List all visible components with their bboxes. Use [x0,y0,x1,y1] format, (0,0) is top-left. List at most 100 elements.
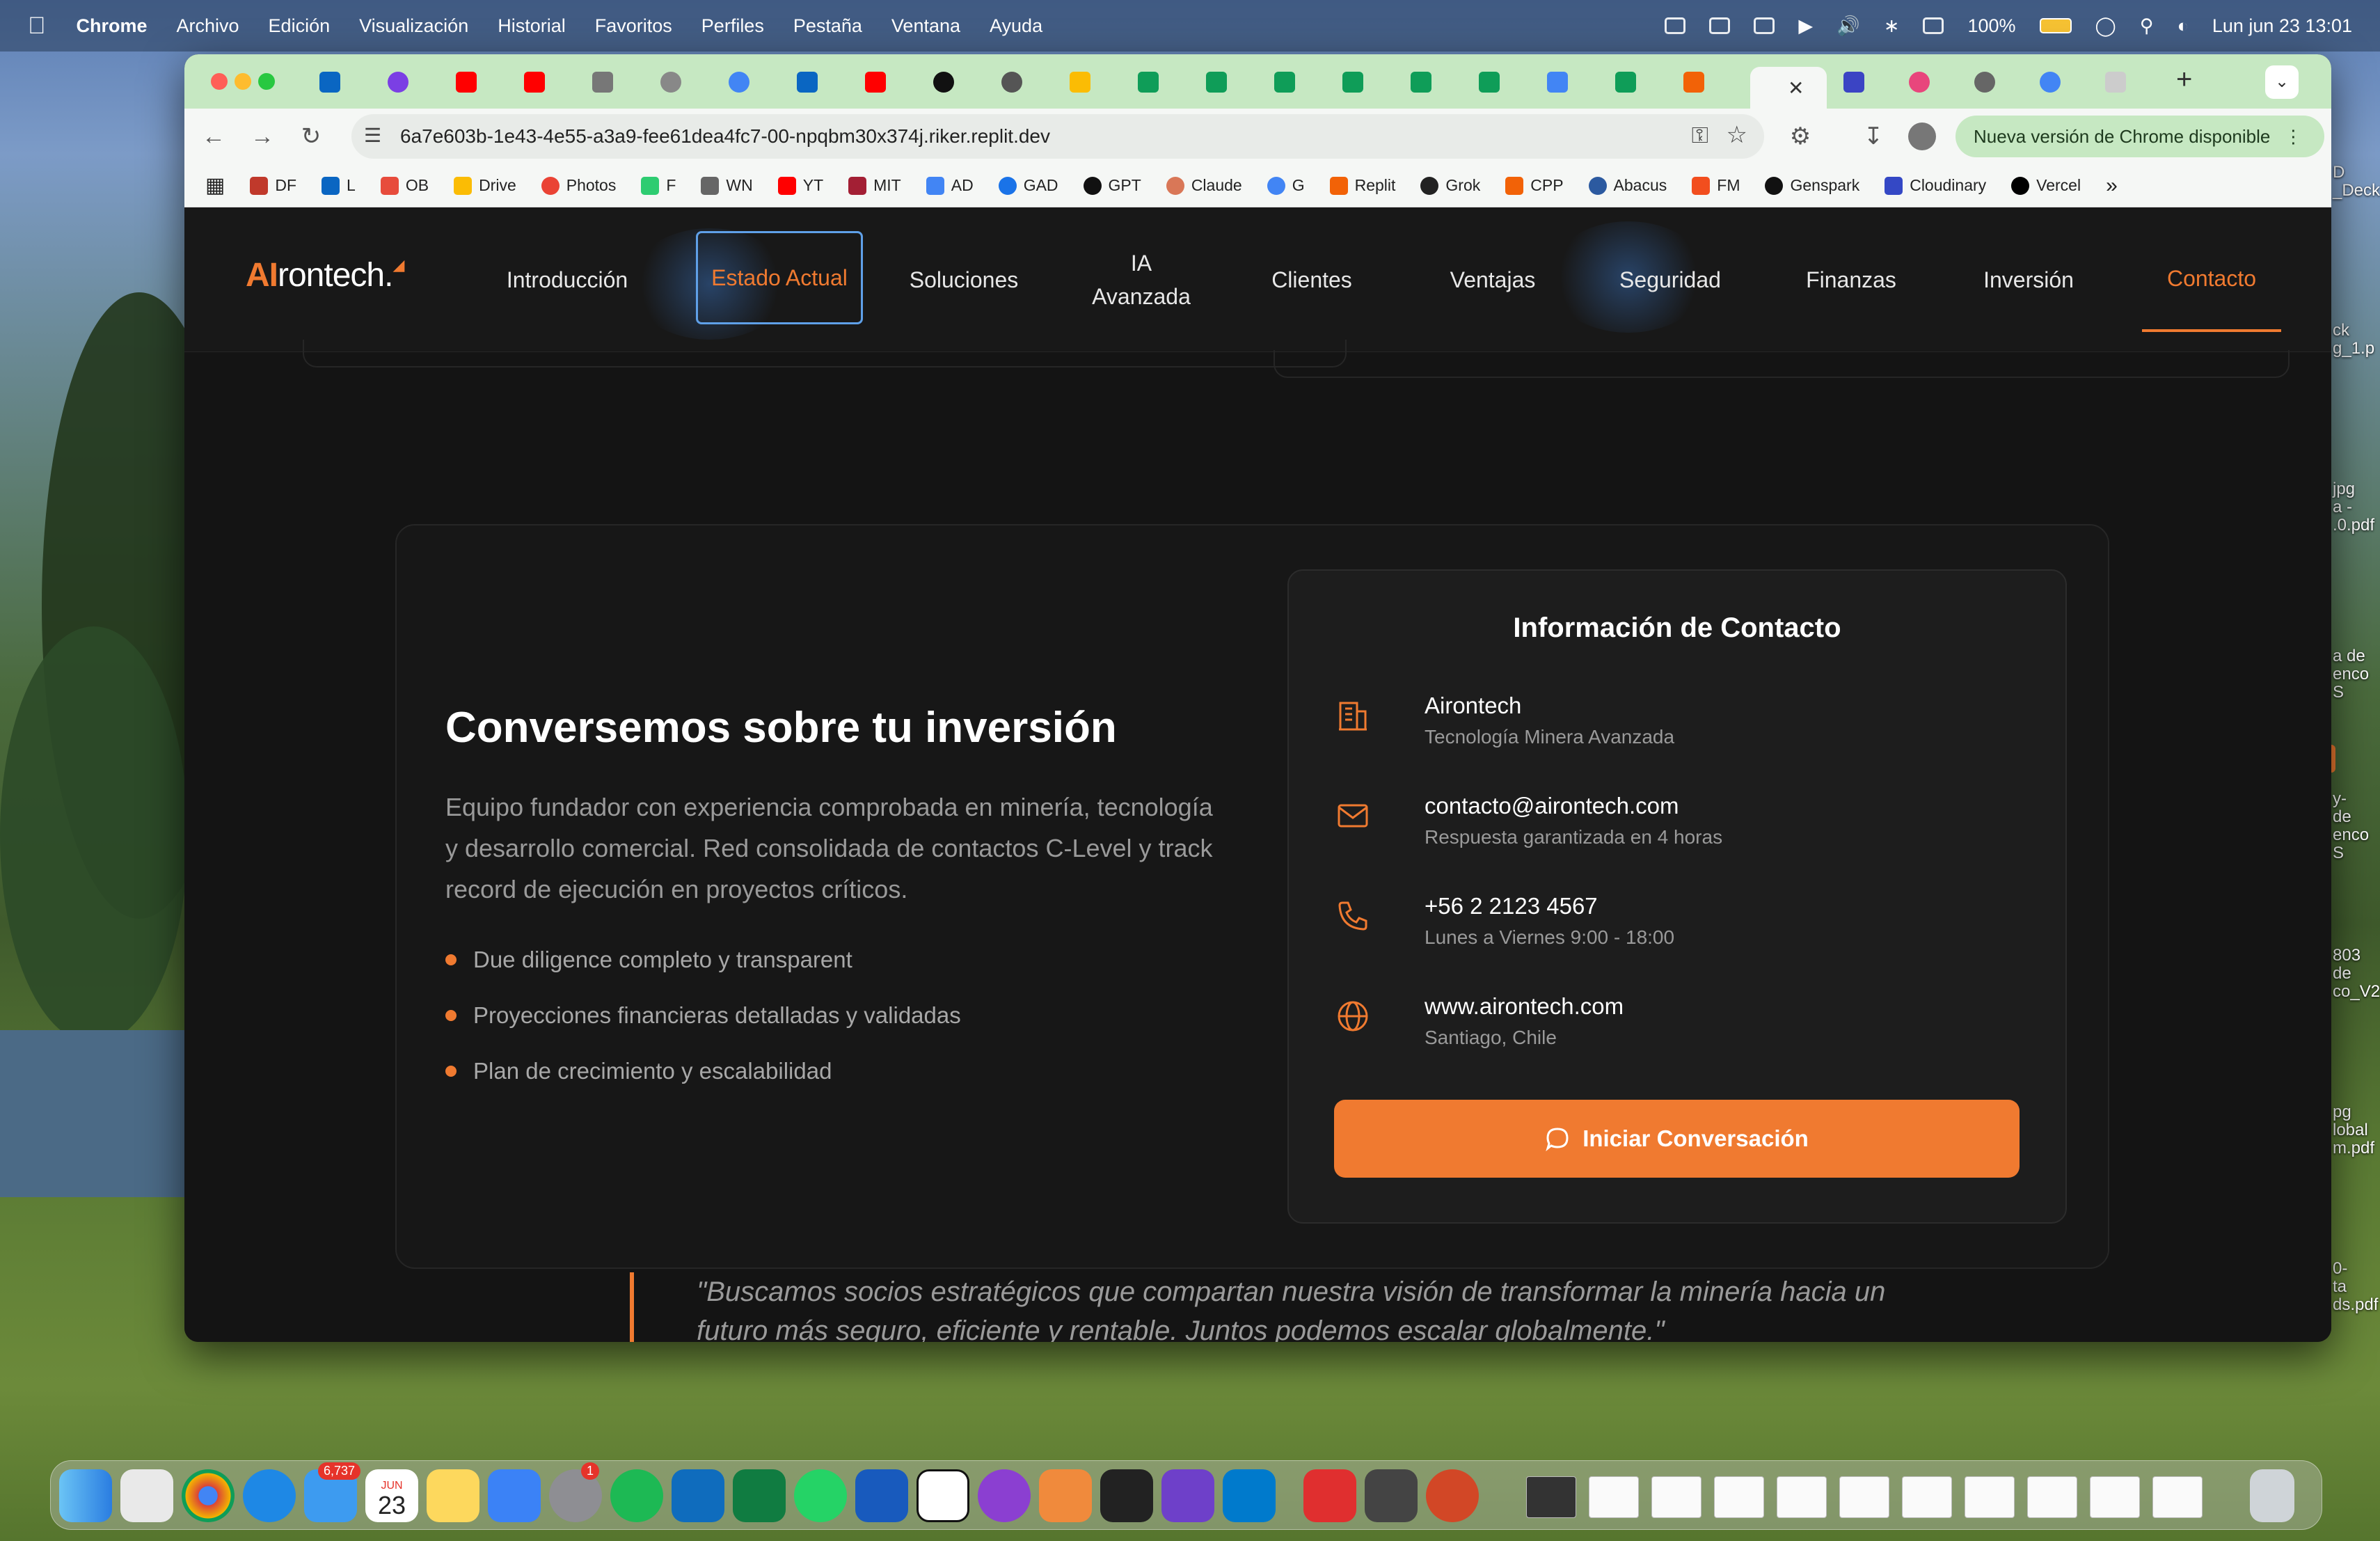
calendar-31-icon[interactable] [917,1469,969,1522]
dock-window-thumbnail[interactable] [1714,1476,1764,1518]
play-icon[interactable]: ▶ [1798,15,1813,37]
address-bar[interactable]: ☰ 6a7e603b-1e43-4e55-a3a9-fee61dea4fc7-0… [351,114,1764,159]
url-text[interactable]: 6a7e603b-1e43-4e55-a3a9-fee61dea4fc7-00-… [400,125,1050,148]
toggle-icon[interactable]: ◐ [2177,15,2189,37]
desktop-file-label[interactable]: D _Deck [2333,164,2380,200]
key-icon[interactable]: ⚿ [1692,123,1708,149]
menu-app-name[interactable]: Chrome [77,15,148,37]
browser-tab[interactable] [1469,67,1530,97]
nav-inversion[interactable]: Inversión [1959,207,2098,352]
back-button[interactable]: ← [198,121,229,152]
zoom-window-button[interactable] [258,73,275,90]
menu-perfiles[interactable]: Perfiles [701,15,764,37]
calculator-icon[interactable] [1365,1469,1418,1522]
chrome-icon[interactable] [182,1469,235,1522]
bookmark-drive[interactable]: Drive [454,176,516,195]
dock-window-thumbnail[interactable] [2027,1476,2077,1518]
trash-icon[interactable] [2250,1469,2294,1522]
bookmark-gpt[interactable]: GPT [1083,176,1141,195]
browser-tab[interactable] [1196,67,1258,97]
dock-window-thumbnail[interactable] [1651,1476,1701,1518]
github-icon[interactable] [1161,1469,1214,1522]
vscode-icon[interactable] [1223,1469,1276,1522]
browser-tab[interactable] [1060,67,1121,97]
bookmark-replit[interactable]: Replit [1329,176,1395,195]
menu-archivo[interactable]: Archivo [177,15,239,37]
bookmark-wn[interactable]: WN [701,176,753,195]
desktop-file-label[interactable]: 803 de co_V2 [2333,947,2380,1001]
search-icon[interactable]: ⚲ [2140,15,2154,37]
whatsapp-icon[interactable] [794,1469,847,1522]
browser-tab[interactable] [651,67,712,97]
close-window-button[interactable] [211,73,228,90]
browser-tab[interactable] [1605,67,1667,97]
browser-tab[interactable] [1834,67,1895,97]
site-logo[interactable]: AIrontech.◢ [246,256,404,294]
browser-tab[interactable] [719,67,780,97]
bookmark-l[interactable]: L [322,176,356,195]
launchpad-icon[interactable] [120,1469,173,1522]
menu-ayuda[interactable]: Ayuda [990,15,1042,37]
download-icon[interactable]: ↧ [1858,121,1889,152]
browser-tab[interactable] [1899,67,1960,97]
browser-tab[interactable] [378,67,439,97]
nav-soluciones[interactable]: Soluciones [894,207,1033,352]
profile-avatar[interactable] [1908,123,1936,150]
circle-app-icon[interactable] [978,1469,1031,1522]
desktop-file-label[interactable]: a de enco S [2333,647,2380,702]
excel-icon[interactable] [733,1469,786,1522]
browser-tab[interactable] [992,67,1053,97]
bookmark-fm[interactable]: FM [1692,176,1740,195]
browser-tab[interactable] [310,67,371,97]
browser-tab[interactable] [1128,67,1189,97]
menu-visualizacion[interactable]: Visualización [359,15,468,37]
settings-icon[interactable]: 1 [549,1462,602,1522]
phone-mirror-icon[interactable] [1039,1469,1092,1522]
mail-app-icon[interactable]: 6,737 [304,1462,361,1522]
browser-tab[interactable] [446,67,507,97]
minimize-window-button[interactable] [235,73,251,90]
contact-phone[interactable]: +56 2 2123 4567 [1425,893,1598,919]
volume-icon[interactable]: 🔊 [1836,15,1860,37]
menu-historial[interactable]: Historial [498,15,566,37]
replit-app-icon[interactable] [1100,1469,1153,1522]
outlook-icon[interactable] [672,1469,724,1522]
apple-menu-icon[interactable]:  [28,13,46,40]
bookmark-yt[interactable]: YT [777,176,823,195]
bookmark-genspark[interactable]: Genspark [1765,176,1859,195]
powerpoint-icon[interactable] [1426,1469,1479,1522]
keynote-icon[interactable] [488,1469,541,1522]
chrome-update-button[interactable]: Nueva versión de Chrome disponible ⋮ [1955,116,2324,157]
bookmark-claude[interactable]: Claude [1166,176,1242,195]
desktop-file-label[interactable]: y-de enco S [2333,790,2380,862]
dock-window-thumbnail[interactable] [2152,1476,2203,1518]
browser-tab[interactable] [787,67,848,97]
browser-tab[interactable] [1674,67,1735,97]
spotify-icon[interactable] [610,1469,663,1522]
site-info-icon[interactable]: ☰ [364,124,381,147]
nav-ia-avanzada[interactable]: IA Avanzada [1082,207,1200,352]
more-icon[interactable]: ⋮ [2284,126,2302,148]
bookmark-f[interactable]: F [641,176,676,195]
dock-window-thumbnail[interactable] [1839,1476,1889,1518]
nav-clientes[interactable]: Clientes [1256,207,1367,352]
bookmark-abacus[interactable]: Abacus [1588,176,1667,195]
status-icon[interactable] [1923,17,1944,34]
dock-window-thumbnail[interactable] [2090,1476,2140,1518]
dock-window-thumbnail[interactable] [1902,1476,1952,1518]
dock-window-thumbnail[interactable] [1589,1476,1639,1518]
new-tab-button[interactable]: + [2176,64,2192,95]
browser-tab[interactable] [514,67,576,97]
bookmark-grok[interactable]: Grok [1420,176,1480,195]
bookmark-gad[interactable]: GAD [998,176,1058,195]
menu-edicion[interactable]: Edición [269,15,331,37]
bookmark-vercel[interactable]: Vercel [2011,176,2081,195]
start-conversation-button[interactable]: Iniciar Conversación [1334,1100,2020,1178]
close-tab-icon[interactable]: ✕ [1788,77,1804,100]
dock-window-thumbnail[interactable] [1965,1476,2015,1518]
browser-tab[interactable] [855,67,917,97]
nav-ventajas[interactable]: Ventajas [1430,207,1555,352]
bluetooth-icon[interactable]: ∗ [1884,15,1900,37]
browser-tab[interactable] [1537,67,1598,97]
browser-tab[interactable] [923,67,985,97]
